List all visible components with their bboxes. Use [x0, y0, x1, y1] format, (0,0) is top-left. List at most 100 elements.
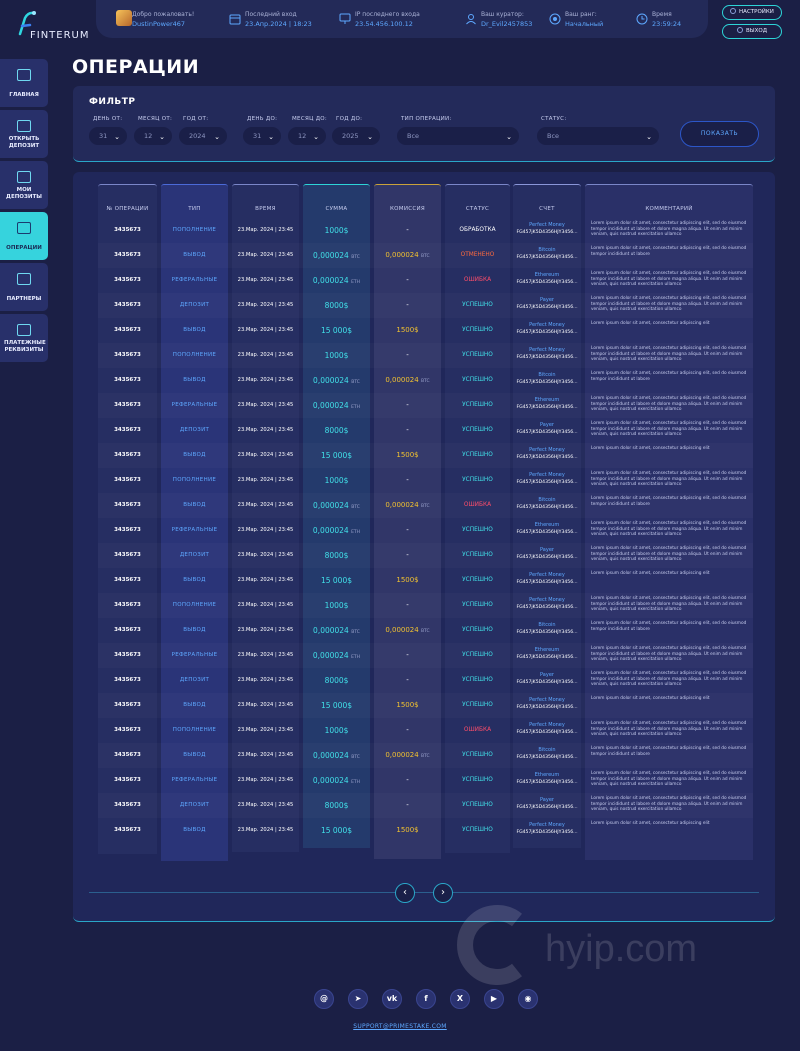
- sidebar-item-label: ОПЕРАЦИИ: [6, 245, 42, 251]
- fee-value: -: [406, 801, 409, 809]
- chevron-down-icon: ⌄: [646, 133, 652, 141]
- op-type-select[interactable]: Все ⌄: [397, 127, 519, 145]
- username[interactable]: DustinPower467: [132, 20, 185, 28]
- header-id[interactable]: № ОПЕРАЦИИ: [98, 200, 157, 218]
- youtube-link[interactable]: ▶: [484, 989, 504, 1009]
- account-number: FG457jK5D4356HJY3456...: [516, 455, 578, 460]
- rank-label: Ваш ранг:: [565, 11, 597, 18]
- table-row[interactable]: 3435673 ВЫВОД 23.Мар. 2024 | 23:45 0,000024…: [98, 618, 753, 643]
- header-sum[interactable]: СУММА: [303, 200, 370, 218]
- table-row[interactable]: 3435673 ПОПОЛНЕНИЕ 23.Мар. 2024 | 23:45 100…: [98, 343, 753, 368]
- logout-button[interactable]: ВЫХОД: [722, 24, 782, 39]
- status-select[interactable]: Все ⌄: [537, 127, 659, 145]
- account-number: FG457jK5D4356HJY3456...: [516, 380, 578, 385]
- cell-fee: -: [374, 468, 441, 493]
- x-link[interactable]: X: [450, 989, 470, 1009]
- curator-value[interactable]: Dr_Evil2457853: [481, 20, 532, 28]
- table-row[interactable]: 3435673 ПОПОЛНЕНИЕ 23.Мар. 2024 | 23:45 100…: [98, 468, 753, 493]
- header-account[interactable]: СЧЕТ: [513, 200, 581, 218]
- cell-account: Perfect Money FG457jK5D4356HJY3456...: [513, 593, 581, 618]
- table-row[interactable]: 3435673 ДЕПОЗИТ 23.Мар. 2024 | 23:45 8000$ …: [98, 793, 753, 818]
- cell-sum: 8000$: [303, 668, 370, 693]
- table-row[interactable]: 3435673 ДЕПОЗИТ 23.Мар. 2024 | 23:45 8000$ …: [98, 418, 753, 443]
- cell-type: РЕФЕРАЛЬНЫЕ: [171, 402, 218, 408]
- table-row[interactable]: 3435673 ПОПОЛНЕНИЕ 23.Мар. 2024 | 23:45 100…: [98, 218, 753, 243]
- settings-button[interactable]: НАСТРОЙКИ: [722, 5, 782, 20]
- brand-logo[interactable]: FINTERUM: [12, 6, 92, 42]
- fee-unit: BTC: [420, 254, 430, 259]
- cell-sum: 0,000024 ETH: [303, 643, 370, 668]
- cell-time: 23.Мар. 2024 | 23:45: [237, 777, 294, 783]
- show-button[interactable]: ПОКАЗАТЬ: [680, 121, 759, 147]
- table-row[interactable]: 3435673 ПОПОЛНЕНИЕ 23.Мар. 2024 | 23:45 100…: [98, 593, 753, 618]
- table-row[interactable]: 3435673 РЕФЕРАЛЬНЫЕ 23.Мар. 2024 | 23:45 0,…: [98, 393, 753, 418]
- header-type[interactable]: ТИП: [161, 200, 228, 218]
- header-status[interactable]: СТАТУС: [445, 200, 510, 218]
- vk-link[interactable]: vk: [382, 989, 402, 1009]
- table-row[interactable]: 3435673 ДЕПОЗИТ 23.Мар. 2024 | 23:45 8000$ …: [98, 668, 753, 693]
- youtube-icon: ▶: [490, 994, 498, 1003]
- sidebar-item-operations[interactable]: ОПЕРАЦИИ: [0, 212, 48, 260]
- month-from-select[interactable]: 12 ⌄: [134, 127, 172, 145]
- header-time[interactable]: ВРЕМЯ: [232, 200, 299, 218]
- discord-link[interactable]: ◉: [518, 989, 538, 1009]
- cell-time: 23.Мар. 2024 | 23:45: [237, 627, 294, 633]
- table-row[interactable]: 3435673 РЕФЕРАЛЬНЫЕ 23.Мар. 2024 | 23:45 0,…: [98, 768, 753, 793]
- avatar[interactable]: [116, 10, 132, 26]
- payment-system: Perfect Money: [529, 347, 565, 353]
- sidebar-item-home[interactable]: ГЛАВНАЯ: [0, 59, 48, 107]
- cell-type: ДЕПОЗИТ: [179, 427, 210, 433]
- table-row[interactable]: 3435673 ВЫВОД 23.Мар. 2024 | 23:45 15 000$ …: [98, 693, 753, 718]
- cell-fee: -: [374, 593, 441, 618]
- prev-page-button[interactable]: ‹: [395, 883, 415, 903]
- sidebar-item-my-deposits[interactable]: МОИ ДЕПОЗИТЫ: [0, 161, 48, 209]
- table-row[interactable]: 3435673 ВЫВОД 23.Мар. 2024 | 23:45 0,000024…: [98, 743, 753, 768]
- email-link[interactable]: @: [314, 989, 334, 1009]
- sum-unit: ETH: [351, 780, 361, 785]
- sum-value: 15 000$: [320, 701, 352, 710]
- year-to-label: ГОД ДО:: [336, 116, 363, 122]
- day-from-select[interactable]: 31 ⌄: [89, 127, 127, 145]
- cell-sum: 15 000$: [303, 568, 370, 593]
- cell-time: 23.Мар. 2024 | 23:45: [237, 302, 294, 308]
- fee-value: 0,000024: [385, 751, 419, 759]
- payment-system: Payer: [540, 797, 554, 803]
- header-fee[interactable]: КОМИССИЯ: [374, 200, 441, 218]
- sidebar-item-partners[interactable]: ПАРТНЕРЫ: [0, 263, 48, 311]
- support-email-link[interactable]: SUPPORT@PRIMESTAKE.COM: [0, 1023, 800, 1030]
- table-row[interactable]: 3435673 ВЫВОД 23.Мар. 2024 | 23:45 15 000$ …: [98, 443, 753, 468]
- telegram-link[interactable]: ➤: [348, 989, 368, 1009]
- next-page-button[interactable]: ›: [433, 883, 453, 903]
- sidebar-item-payment-details[interactable]: ПЛАТЕЖНЫЕ РЕКВИЗИТЫ: [0, 314, 48, 362]
- payment-system: Perfect Money: [529, 222, 565, 228]
- deposit-icon: [17, 120, 31, 132]
- facebook-link[interactable]: f: [416, 989, 436, 1009]
- header-comment[interactable]: КОММЕНТАРИЙ: [585, 200, 753, 218]
- status-badge: УСПЕШНО: [462, 477, 493, 483]
- table-row[interactable]: 3435673 ДЕПОЗИТ 23.Мар. 2024 | 23:45 8000$ …: [98, 543, 753, 568]
- year-from-select[interactable]: 2024 ⌄: [179, 127, 227, 145]
- day-to-select[interactable]: 31 ⌄: [243, 127, 281, 145]
- cell-account: Perfect Money FG457jK5D4356HJY3456...: [513, 343, 581, 368]
- sidebar-item-open-deposit[interactable]: ОТКРЫТЬ ДЕПОЗИТ: [0, 110, 48, 158]
- table-row[interactable]: 3435673 ВЫВОД 23.Мар. 2024 | 23:45 15 000$ …: [98, 568, 753, 593]
- table-row[interactable]: 3435673 ВЫВОД 23.Мар. 2024 | 23:45 15 000$ …: [98, 318, 753, 343]
- cell-operation-id: 3435673: [114, 377, 141, 383]
- account-number: FG457jK5D4356HJY3456...: [516, 405, 578, 410]
- cell-operation-id: 3435673: [114, 727, 141, 733]
- month-to-select[interactable]: 12 ⌄: [288, 127, 326, 145]
- table-row[interactable]: 3435673 РЕФЕРАЛЬНЫЕ 23.Мар. 2024 | 23:45 0,…: [98, 268, 753, 293]
- last-login-value: 23.Апр.2024 | 18:23: [245, 20, 312, 28]
- table-row[interactable]: 3435673 ВЫВОД 23.Мар. 2024 | 23:45 0,000024…: [98, 493, 753, 518]
- table-row[interactable]: 3435673 РЕФЕРАЛЬНЫЕ 23.Мар. 2024 | 23:45 0,…: [98, 643, 753, 668]
- cell-account: Perfect Money FG457jK5D4356HJY3456...: [513, 468, 581, 493]
- table-row[interactable]: 3435673 ВЫВОД 23.Мар. 2024 | 23:45 0,000024…: [98, 368, 753, 393]
- table-row[interactable]: 3435673 ПОПОЛНЕНИЕ 23.Мар. 2024 | 23:45 100…: [98, 718, 753, 743]
- table-row[interactable]: 3435673 ДЕПОЗИТ 23.Мар. 2024 | 23:45 8000$ …: [98, 293, 753, 318]
- sum-value: 0,000024: [312, 776, 349, 785]
- table-row[interactable]: 3435673 ВЫВОД 23.Мар. 2024 | 23:45 0,000024…: [98, 243, 753, 268]
- table-row[interactable]: 3435673 ВЫВОД 23.Мар. 2024 | 23:45 15 000$ …: [98, 818, 753, 843]
- cell-sum: 0,000024 ETH: [303, 268, 370, 293]
- year-to-select[interactable]: 2025 ⌄: [332, 127, 380, 145]
- table-row[interactable]: 3435673 РЕФЕРАЛЬНЫЕ 23.Мар. 2024 | 23:45 0,…: [98, 518, 753, 543]
